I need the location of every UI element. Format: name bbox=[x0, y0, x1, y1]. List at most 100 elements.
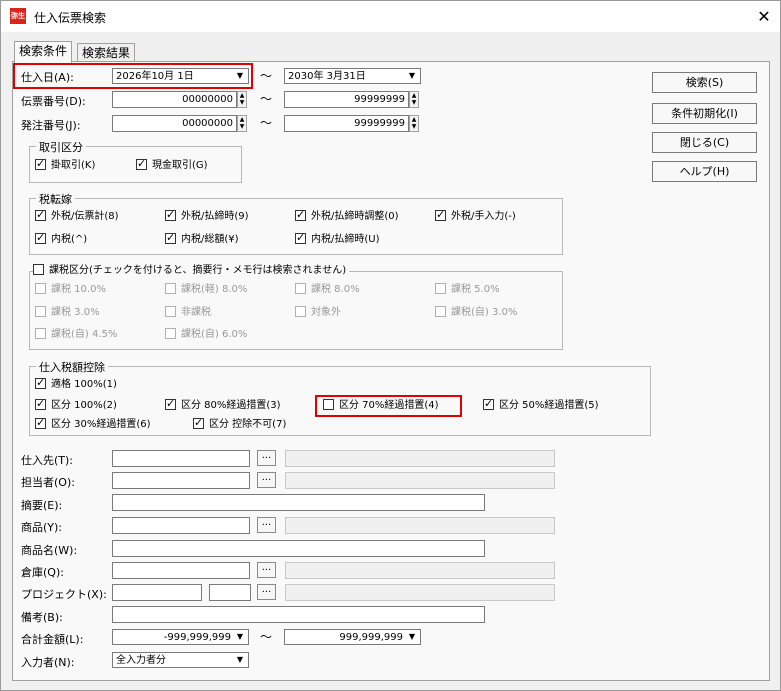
tax-transfer-checkbox[interactable]: 内税/払締時(U) bbox=[295, 231, 380, 247]
total-to-combo[interactable]: 999,999,999 ▼ bbox=[284, 629, 421, 645]
close-button[interactable]: 閉じる(C) bbox=[652, 132, 757, 153]
slip-no-from-spinner[interactable]: ▲ ▼ bbox=[237, 91, 247, 108]
date-to-value: 2030年 3月31日 bbox=[288, 71, 366, 82]
order-no-to-input[interactable]: 99999999 bbox=[284, 115, 409, 132]
supplier-code-input[interactable] bbox=[112, 450, 250, 467]
slip-no-to-value: 99999999 bbox=[354, 94, 405, 105]
chevron-down-icon[interactable]: ▼ bbox=[233, 631, 247, 643]
tax-class-enable-checkbox[interactable]: 課税区分(チェックを付けると、摘要行・メモ行は検索されません) bbox=[33, 264, 350, 278]
slip-no-label: 伝票番号(D): bbox=[21, 95, 86, 108]
tax-transfer-label: 外税/伝票計(8) bbox=[51, 211, 119, 222]
deduction-label: 適格 100%(1) bbox=[51, 379, 117, 390]
order-no-to-value: 99999999 bbox=[354, 118, 405, 129]
credit-trade-checkbox[interactable]: 掛取引(K) bbox=[35, 157, 96, 173]
reset-conditions-button[interactable]: 条件初期化(I) bbox=[652, 103, 757, 124]
tax-class-checkbox: 非課税 bbox=[165, 306, 211, 320]
tab-search-results[interactable]: 検索結果 bbox=[77, 43, 136, 62]
staff-code-input[interactable] bbox=[112, 472, 250, 489]
staff-label: 担当者(O): bbox=[21, 476, 75, 489]
tax-class-label: 課税(自) 4.5% bbox=[51, 329, 118, 340]
warehouse-browse-button[interactable]: ... bbox=[257, 562, 276, 578]
summary-input[interactable] bbox=[112, 494, 485, 511]
close-icon[interactable]: ✕ bbox=[755, 7, 773, 26]
tax-transfer-label: 外税/払締時(9) bbox=[181, 211, 249, 222]
cash-trade-label: 現金取引(G) bbox=[152, 160, 208, 171]
cash-trade-checkbox[interactable]: 現金取引(G) bbox=[136, 157, 208, 173]
range-tilde: ～ bbox=[260, 630, 273, 644]
warehouse-code-input[interactable] bbox=[112, 562, 250, 579]
search-button[interactable]: 検索(S) bbox=[652, 72, 757, 93]
order-no-from-spinner[interactable]: ▲ ▼ bbox=[237, 115, 247, 132]
tax-transfer-checkbox[interactable]: 外税/伝票計(8) bbox=[35, 208, 119, 224]
tax-transfer-checkbox[interactable]: 外税/払締時調整(0) bbox=[295, 208, 399, 224]
help-button[interactable]: ヘルプ(H) bbox=[652, 161, 757, 182]
slip-no-to-input[interactable]: 99999999 bbox=[284, 91, 409, 108]
trade-type-legend: 取引区分 bbox=[36, 139, 86, 155]
tax-transfer-checkbox[interactable]: 外税/手入力(-) bbox=[435, 208, 516, 224]
total-from-value: -999,999,999 bbox=[163, 632, 231, 643]
chevron-down-icon[interactable]: ▼ bbox=[233, 654, 247, 666]
tab-search-conditions[interactable]: 検索条件 bbox=[14, 41, 73, 63]
order-no-from-input[interactable]: 00000000 bbox=[112, 115, 237, 132]
tax-class-checkbox: 課税 5.0% bbox=[435, 283, 500, 297]
deduction-checkbox[interactable]: 区分 控除不可(7) bbox=[193, 416, 286, 432]
slip-no-to-spinner[interactable]: ▲ ▼ bbox=[409, 91, 419, 108]
tax-transfer-checkbox[interactable]: 外税/払締時(9) bbox=[165, 208, 249, 224]
window-title: 仕入伝票検索 bbox=[34, 11, 107, 25]
date-to-combo[interactable]: 2030年 3月31日 ▼ bbox=[284, 68, 421, 84]
project-sub-code-input[interactable] bbox=[209, 584, 251, 601]
total-from-combo[interactable]: -999,999,999 ▼ bbox=[112, 629, 249, 645]
deduction-checkbox[interactable]: 適格 100%(1) bbox=[35, 376, 117, 392]
tax-class-label: 課税 5.0% bbox=[451, 284, 500, 295]
staff-name-display bbox=[285, 472, 555, 489]
tax-class-label: 非課税 bbox=[181, 307, 211, 318]
tax-transfer-checkbox[interactable]: 内税/総額(¥) bbox=[165, 231, 239, 247]
project-browse-button[interactable]: ... bbox=[257, 584, 276, 600]
slip-no-from-input[interactable]: 00000000 bbox=[112, 91, 237, 108]
entered-by-combo[interactable]: 全入力者分 ▼ bbox=[112, 652, 249, 668]
deduction-legend: 仕入税額控除 bbox=[36, 359, 108, 375]
tax-class-checkbox: 課税(自) 6.0% bbox=[165, 328, 247, 342]
order-no-from-value: 00000000 bbox=[182, 118, 233, 129]
note-label: 備考(B): bbox=[21, 611, 63, 624]
deduction-checkbox[interactable]: 区分 50%経過措置(5) bbox=[483, 397, 599, 413]
supplier-label: 仕入先(T): bbox=[21, 454, 74, 467]
tax-class-label: 課税 8.0% bbox=[311, 284, 360, 295]
yayoi-app-icon: 弥生 bbox=[10, 8, 26, 24]
product-name-input[interactable] bbox=[112, 540, 485, 557]
product-browse-button[interactable]: ... bbox=[257, 517, 276, 533]
tax-class-label: 課税 3.0% bbox=[51, 307, 100, 318]
tax-class-legend: 課税区分(チェックを付けると、摘要行・メモ行は検索されません) bbox=[49, 265, 347, 276]
order-no-to-spinner[interactable]: ▲ ▼ bbox=[409, 115, 419, 132]
total-amount-label: 合計金額(L): bbox=[21, 633, 84, 646]
warehouse-name-display bbox=[285, 562, 555, 579]
deduction-label: 区分 100%(2) bbox=[51, 400, 117, 411]
tax-class-checkbox: 課税(自) 4.5% bbox=[35, 328, 117, 342]
chevron-down-icon[interactable]: ▼ bbox=[405, 631, 419, 643]
range-tilde: ～ bbox=[260, 69, 273, 83]
supplier-browse-button[interactable]: ... bbox=[257, 450, 276, 466]
deduction-label: 区分 50%経過措置(5) bbox=[499, 400, 599, 411]
tax-class-label: 課税(自) 3.0% bbox=[451, 307, 518, 318]
tax-transfer-legend: 税転嫁 bbox=[36, 191, 75, 207]
project-code-input[interactable] bbox=[112, 584, 202, 601]
note-input[interactable] bbox=[112, 606, 485, 623]
deduction-checkbox[interactable]: 区分 100%(2) bbox=[35, 397, 117, 413]
product-code-input[interactable] bbox=[112, 517, 250, 534]
deduction-checkbox[interactable]: 区分 80%経過措置(3) bbox=[165, 397, 281, 413]
chevron-down-icon[interactable]: ▼ bbox=[405, 70, 419, 82]
tax-transfer-checkbox[interactable]: 内税(^) bbox=[35, 231, 87, 247]
tax-transfer-label: 外税/払締時調整(0) bbox=[311, 211, 399, 222]
range-tilde: ～ bbox=[260, 92, 273, 106]
credit-trade-label: 掛取引(K) bbox=[51, 160, 96, 171]
deduction-label: 区分 80%経過措置(3) bbox=[181, 400, 281, 411]
tax-class-label: 課税(軽) 8.0% bbox=[181, 284, 248, 295]
staff-browse-button[interactable]: ... bbox=[257, 472, 276, 488]
tax-class-checkbox: 課税 3.0% bbox=[35, 306, 100, 320]
highlight-date-row bbox=[13, 63, 253, 89]
tax-class-label: 課税 10.0% bbox=[51, 284, 106, 295]
product-name-display bbox=[285, 517, 555, 534]
tax-transfer-label: 内税/払締時(U) bbox=[311, 234, 380, 245]
tax-transfer-label: 内税/総額(¥) bbox=[181, 234, 239, 245]
deduction-checkbox[interactable]: 区分 30%経過措置(6) bbox=[35, 416, 151, 432]
